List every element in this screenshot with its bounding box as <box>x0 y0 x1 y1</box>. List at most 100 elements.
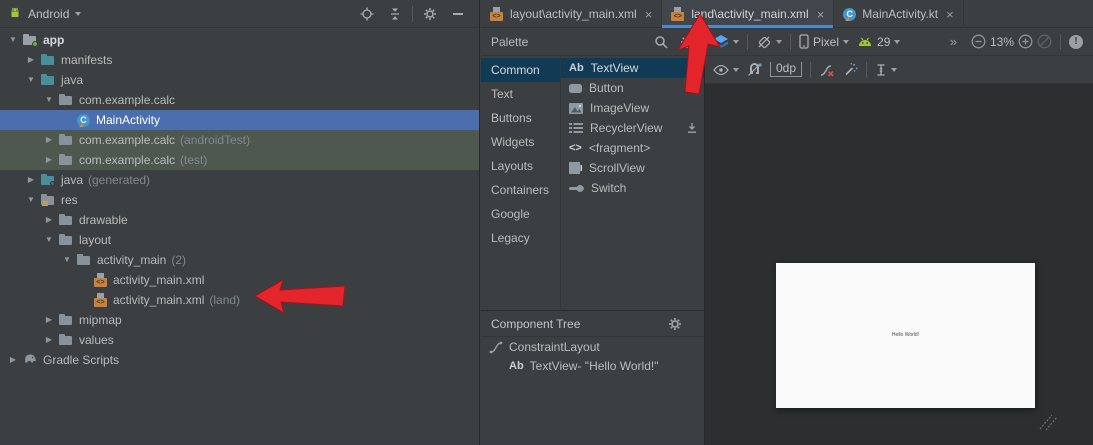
imageview-icon <box>569 103 583 114</box>
tree-item-mainactivity[interactable]: MainActivity <box>0 110 479 130</box>
search-icon <box>654 35 668 49</box>
expand-chevron[interactable] <box>24 50 38 70</box>
locate-file-button[interactable] <box>356 3 378 25</box>
tree-item-java[interactable]: java <box>0 70 479 90</box>
device-preview-canvas[interactable]: Hello World! <box>776 263 1035 408</box>
expand-chevron[interactable] <box>6 350 20 370</box>
project-view-selector[interactable]: Android <box>28 7 69 21</box>
palette-category-legacy[interactable]: Legacy <box>481 226 560 250</box>
expand-chevron[interactable] <box>42 90 56 110</box>
tree-item-activity-main-group[interactable]: activity_main (2) <box>0 250 479 270</box>
tree-item-package-androidtest[interactable]: com.example.calc (androidTest) <box>0 130 479 150</box>
chevron-down-icon[interactable] <box>75 12 81 16</box>
hide-panel-button[interactable] <box>447 3 469 25</box>
palette-title: Palette <box>491 35 528 49</box>
folder-icon <box>76 252 92 268</box>
download-icon[interactable] <box>686 122 698 134</box>
chevron-down-icon <box>733 40 739 44</box>
tree-item-app[interactable]: app <box>0 30 479 50</box>
palette-category-text[interactable]: Text <box>481 82 560 106</box>
canvas-resize-handle[interactable] <box>1038 411 1060 431</box>
palette-item-fragment[interactable]: <> <fragment> <box>561 138 704 158</box>
expand-chevron[interactable] <box>6 30 20 50</box>
expand-chevron[interactable] <box>42 150 56 170</box>
tab-mainactivity-kt[interactable]: MainActivity.kt × <box>834 0 963 28</box>
design-toolbar-constraints: 0dp <box>705 56 1093 84</box>
tree-item-manifests[interactable]: manifests <box>0 50 479 70</box>
tree-item-package[interactable]: com.example.calc <box>0 90 479 110</box>
palette-panel: Palette Common Text Buttons Widgets <box>481 28 705 310</box>
minimize-icon <box>453 13 463 15</box>
zoom-in-icon <box>1018 34 1033 49</box>
palette-category-widgets[interactable]: Widgets <box>481 130 560 154</box>
tree-item-layout[interactable]: layout <box>0 230 479 250</box>
expand-chevron[interactable] <box>42 330 56 350</box>
package-folder-icon <box>58 92 74 108</box>
zoom-in-button[interactable] <box>1018 34 1033 49</box>
palette-item-switch[interactable]: Switch <box>561 178 704 198</box>
tree-item-java-generated[interactable]: java (generated) <box>0 170 479 190</box>
expand-chevron[interactable] <box>42 210 56 230</box>
expand-chevron[interactable] <box>42 230 56 250</box>
target-icon <box>360 7 374 21</box>
api-level-selector[interactable]: 29 <box>857 35 900 49</box>
button-icon <box>569 84 582 93</box>
collapse-all-button[interactable] <box>384 3 406 25</box>
tree-item-res[interactable]: res <box>0 190 479 210</box>
clear-constraints-button[interactable] <box>819 63 835 77</box>
expand-chevron[interactable] <box>24 170 38 190</box>
palette-category-common[interactable]: Common <box>481 58 560 82</box>
tree-item-activity-main-xml[interactable]: activity_main.xml <box>0 270 479 290</box>
close-icon[interactable]: × <box>946 8 954 21</box>
component-tree-settings-button[interactable] <box>668 317 682 331</box>
design-canvas-area[interactable]: Hello World! <box>705 84 1093 445</box>
orientation-selector[interactable] <box>756 34 782 50</box>
palette-search-button[interactable] <box>654 35 668 49</box>
palette-item-recyclerview[interactable]: RecyclerView <box>561 118 704 138</box>
expand-chevron[interactable] <box>60 250 74 270</box>
zoom-to-fit-button[interactable] <box>1037 34 1052 49</box>
default-margin-field[interactable]: 0dp <box>770 62 802 77</box>
infer-constraints-button[interactable] <box>843 62 858 77</box>
palette-category-buttons[interactable]: Buttons <box>481 106 560 130</box>
project-settings-button[interactable] <box>419 3 441 25</box>
close-icon[interactable]: × <box>645 8 653 21</box>
expand-chevron[interactable] <box>42 310 56 330</box>
module-folder-icon <box>22 32 38 48</box>
tree-item-activity-main-xml-land[interactable]: activity_main.xml (land) <box>0 290 479 310</box>
palette-category-google[interactable]: Google <box>481 202 560 226</box>
tree-item-mipmap[interactable]: mipmap <box>0 310 479 330</box>
tree-item-drawable[interactable]: drawable <box>0 210 479 230</box>
component-tree-item-constraintlayout[interactable]: ConstraintLayout <box>481 337 704 356</box>
component-tree-item-textview[interactable]: Ab TextView- "Hello World!" <box>481 356 704 375</box>
chevron-down-icon <box>733 68 739 72</box>
hello-world-text: Hello World! <box>776 332 1035 338</box>
folder-icon <box>58 332 74 348</box>
project-panel: Android <box>0 0 480 445</box>
package-folder-icon <box>58 152 74 168</box>
palette-item-scrollview[interactable]: ScrollView <box>561 158 704 178</box>
component-tree-panel: Component Tree ConstraintLayout Ab TextV… <box>481 310 705 445</box>
zoom-out-button[interactable] <box>971 34 986 49</box>
close-icon[interactable]: × <box>817 8 825 21</box>
source-folder-icon <box>40 72 56 88</box>
autoconnect-toggle[interactable] <box>747 62 762 77</box>
palette-item-imageview[interactable]: ImageView <box>561 98 704 118</box>
device-selector[interactable]: Pixel <box>799 34 849 49</box>
expand-chevron[interactable] <box>42 130 56 150</box>
pack-margins-selector[interactable] <box>875 63 897 77</box>
toolbar-overflow-button[interactable]: » <box>950 34 957 49</box>
palette-category-containers[interactable]: Containers <box>481 178 560 202</box>
tab-layout-activity-main-xml[interactable]: layout\activity_main.xml × <box>481 0 662 28</box>
android-studio-window: Android <box>0 0 1093 445</box>
palette-header: Palette <box>481 28 704 56</box>
expand-chevron[interactable] <box>24 70 38 90</box>
palette-category-layouts[interactable]: Layouts <box>481 154 560 178</box>
expand-chevron[interactable] <box>24 190 38 210</box>
gear-icon <box>668 317 682 331</box>
tree-item-gradle-scripts[interactable]: Gradle Scripts <box>0 350 479 370</box>
errors-panel-toggle[interactable]: ! <box>1069 35 1083 49</box>
tree-item-values[interactable]: values <box>0 330 479 350</box>
switch-icon <box>569 184 584 193</box>
tree-item-package-test[interactable]: com.example.calc (test) <box>0 150 479 170</box>
